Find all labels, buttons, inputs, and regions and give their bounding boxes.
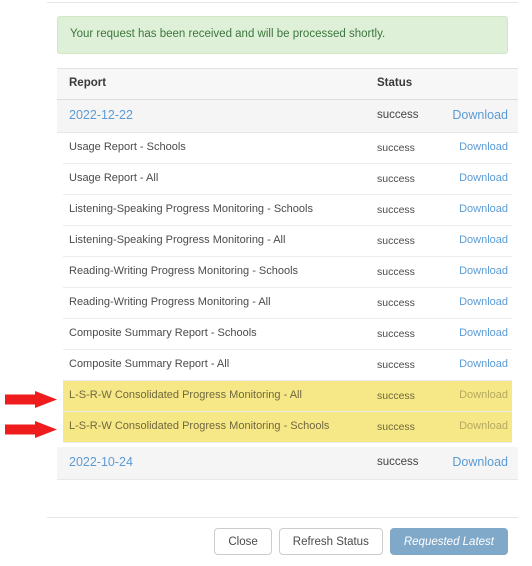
report-download-link[interactable]: Download — [459, 172, 508, 184]
report-status: success — [377, 390, 415, 402]
report-status: success — [377, 173, 415, 185]
report-download-link[interactable]: Download — [459, 327, 508, 339]
report-row[interactable]: Usage Report - All success Download — [63, 164, 512, 195]
report-row[interactable]: Reading-Writing Progress Monitoring - Sc… — [63, 257, 512, 288]
report-status: success — [377, 204, 415, 216]
report-download-link[interactable]: Download — [459, 389, 508, 401]
report-row[interactable]: Listening-Speaking Progress Monitoring -… — [63, 226, 512, 257]
report-name: L-S-R-W Consolidated Progress Monitoring… — [69, 389, 302, 401]
report-download-link[interactable]: Download — [459, 358, 508, 370]
annotation-arrow-icon — [5, 421, 57, 438]
report-row[interactable]: L-S-R-W Consolidated Progress Monitoring… — [63, 412, 512, 443]
reports-modal: Your request has been received and will … — [47, 0, 518, 566]
report-status: success — [377, 142, 415, 154]
report-name: Listening-Speaking Progress Monitoring -… — [69, 203, 313, 215]
report-download-link[interactable]: Download — [459, 265, 508, 277]
report-name: Composite Summary Report - Schools — [69, 327, 257, 339]
table-header-row: Report Status — [57, 68, 518, 100]
report-row[interactable]: Listening-Speaking Progress Monitoring -… — [63, 195, 512, 226]
report-status: success — [377, 266, 415, 278]
report-name: Composite Summary Report - All — [69, 358, 230, 370]
modal-footer-divider — [47, 517, 518, 518]
report-name: Usage Report - Schools — [69, 141, 186, 153]
success-alert: Your request has been received and will … — [57, 16, 508, 54]
report-group-download-link[interactable]: Download — [452, 455, 508, 469]
report-download-link[interactable]: Download — [459, 296, 508, 308]
reports-table: Report Status 2022-12-22 success Download U… — [57, 68, 518, 480]
report-group-status: success — [377, 456, 419, 468]
report-status: success — [377, 328, 415, 340]
report-row[interactable]: Composite Summary Report - Schools succes… — [63, 319, 512, 350]
report-name: Reading-Writing Progress Monitoring - Sc… — [69, 265, 299, 277]
report-download-link[interactable]: Download — [459, 141, 508, 153]
requested-latest-button[interactable]: Requested Latest — [389, 528, 508, 555]
report-name: Reading-Writing Progress Monitoring - Al… — [69, 296, 271, 308]
report-group-date[interactable]: 2022-10-24 — [69, 455, 133, 469]
report-group-date[interactable]: 2022-12-22 — [69, 108, 133, 122]
modal-footer: Close Refresh Status Requested Latest — [47, 528, 508, 555]
report-name: Listening-Speaking Progress Monitoring -… — [69, 234, 286, 246]
report-name: L-S-R-W Consolidated Progress Monitoring… — [69, 420, 330, 432]
close-button[interactable]: Close — [214, 528, 272, 555]
report-row[interactable]: L-S-R-W Consolidated Progress Monitoring… — [63, 381, 512, 412]
report-group-download-link[interactable]: Download — [452, 108, 508, 122]
report-status: success — [377, 235, 415, 247]
report-download-link[interactable]: Download — [459, 203, 508, 215]
refresh-status-button[interactable]: Refresh Status — [278, 528, 383, 555]
report-subgroup: Usage Report - Schools success Download Usa… — [57, 133, 518, 447]
table-body: 2022-12-22 success Download Usage Report - … — [57, 100, 518, 480]
report-row[interactable]: Reading-Writing Progress Monitoring - Al… — [63, 288, 512, 319]
report-group-row[interactable]: 2022-10-24 success Download — [57, 447, 518, 480]
report-status: success — [377, 359, 415, 371]
report-status: success — [377, 297, 415, 309]
report-row[interactable]: Usage Report - Schools success Download — [63, 133, 512, 164]
column-header-status: Status — [377, 77, 413, 89]
annotation-arrow-icon — [5, 391, 57, 408]
report-group-row[interactable]: 2022-12-22 success Download — [57, 100, 518, 133]
column-header-report: Report — [69, 77, 107, 89]
alert-message: Your request has been received and will … — [70, 28, 386, 41]
report-group-status: success — [377, 109, 419, 121]
report-download-link[interactable]: Download — [459, 420, 508, 432]
report-name: Usage Report - All — [69, 172, 159, 184]
report-status: success — [377, 421, 415, 433]
report-download-link[interactable]: Download — [459, 234, 508, 246]
modal-header-divider — [47, 2, 518, 3]
report-row[interactable]: Composite Summary Report - All success Dow… — [63, 350, 512, 381]
